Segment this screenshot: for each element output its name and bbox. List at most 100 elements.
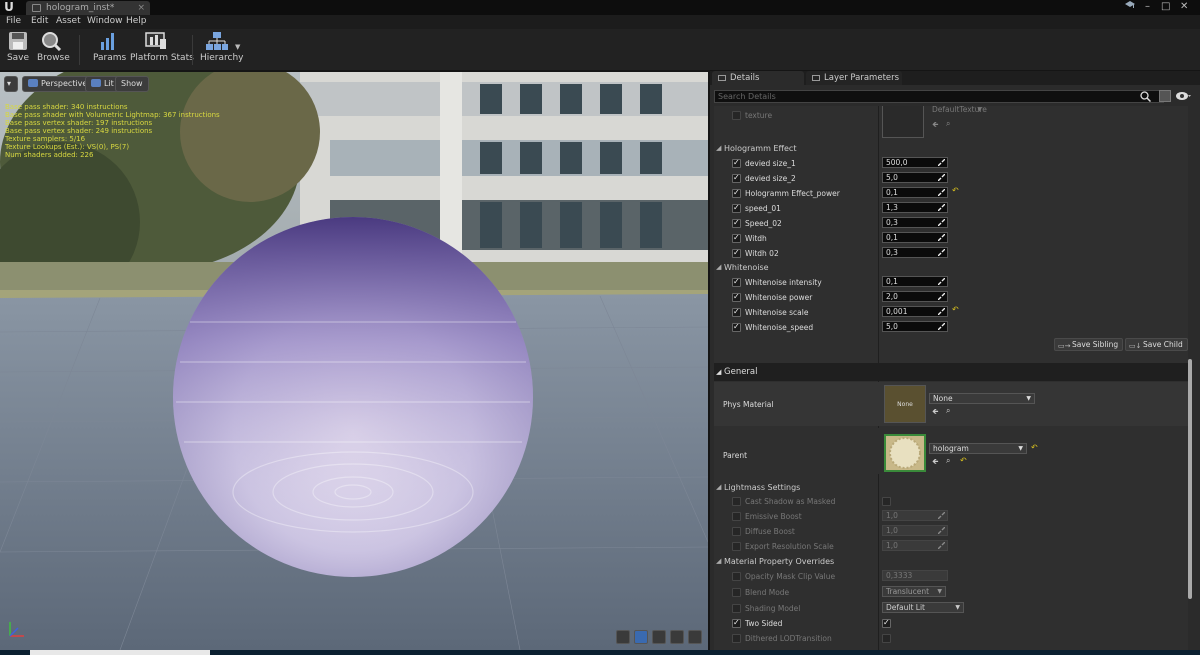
param-checkbox[interactable] [732, 218, 741, 228]
teapot-preview-icon[interactable] [688, 630, 702, 644]
param-value-field[interactable]: 2,0 [882, 291, 948, 302]
param-checkbox[interactable] [732, 542, 741, 551]
shading-model-dropdown[interactable]: Default Lit ▼ [882, 602, 964, 613]
texture-checkbox[interactable] [732, 111, 741, 120]
category-whitenoise[interactable]: ◢ Whitenoise [714, 260, 1188, 275]
param-value-field[interactable]: 0,1 [882, 276, 948, 287]
param-checkbox[interactable] [732, 173, 741, 183]
browse-button[interactable]: Browse [37, 31, 70, 69]
param-checkbox[interactable] [732, 233, 741, 243]
platform-stats-button[interactable]: Platform Stats [130, 31, 194, 69]
param-checkbox[interactable] [732, 203, 741, 213]
cube-preview-icon[interactable] [670, 630, 684, 644]
phys-material-thumbnail[interactable]: None [884, 385, 926, 423]
tab-layer-parameters[interactable]: Layer Parameters [806, 71, 902, 85]
cast-shadow-checkbox[interactable] [882, 497, 891, 506]
param-checkbox[interactable] [732, 158, 741, 168]
use-selected-arrow-icon[interactable]: 🡸 [932, 406, 939, 420]
category-general[interactable]: ◢ General [714, 363, 1188, 381]
param-value-field[interactable]: 0,001 [882, 306, 948, 317]
param-checkbox[interactable] [732, 512, 741, 521]
search-details-input[interactable]: Search Details [714, 90, 1164, 103]
dithered-lod-checkbox[interactable] [882, 634, 891, 643]
param-value-field[interactable]: 1,0 [882, 540, 948, 551]
view-options-grid-icon[interactable] [1159, 90, 1171, 102]
param-value-field[interactable]: 5,0 [882, 321, 948, 332]
save-sibling-button[interactable]: ▭→ Save Sibling [1054, 338, 1124, 351]
category-material-property-overrides[interactable]: ◢ Material Property Overrides [714, 554, 1188, 569]
default-texture-dropdown[interactable]: DefaultTexture ▼ [929, 106, 987, 116]
parent-material-thumbnail[interactable] [884, 434, 926, 472]
reset-to-default-icon[interactable]: ↶ [952, 186, 959, 195]
graduation-cap-icon[interactable] [1124, 0, 1136, 15]
param-checkbox[interactable] [732, 248, 741, 258]
tab-details[interactable]: Details [712, 71, 804, 85]
save-button[interactable]: Save [6, 31, 30, 69]
preview-viewport[interactable]: ▾ Perspective Lit Show Base pass shader:… [0, 72, 708, 650]
show-button[interactable]: Show [115, 76, 149, 92]
param-checkbox[interactable] [732, 618, 741, 628]
details-scrollbar[interactable] [1188, 359, 1192, 599]
params-button[interactable]: Params [93, 31, 126, 69]
use-selected-arrow-icon[interactable]: 🡸 [932, 456, 939, 470]
toolbar-separator [79, 35, 80, 65]
param-value-field[interactable]: 1,0 [882, 525, 948, 536]
taskbar-search-box[interactable] [30, 650, 210, 655]
cylinder-preview-icon[interactable] [616, 630, 630, 644]
menu-edit[interactable]: Edit [31, 16, 48, 26]
param-checkbox[interactable] [732, 322, 741, 332]
plane-preview-icon[interactable] [652, 630, 666, 644]
param-value-field[interactable]: 1,3 [882, 202, 948, 213]
close-tab-icon[interactable]: × [137, 1, 145, 15]
phys-material-dropdown[interactable]: None ▼ [929, 393, 1035, 404]
hierarchy-button[interactable]: Hierarchy [200, 31, 244, 69]
menu-help[interactable]: Help [126, 16, 147, 26]
minimize-button[interactable]: – [1145, 0, 1150, 14]
param-value-field[interactable]: 1,0 [882, 510, 948, 521]
param-checkbox[interactable] [732, 188, 741, 198]
param-checkbox[interactable] [732, 588, 741, 597]
menu-window[interactable]: Window [87, 16, 123, 26]
param-checkbox[interactable] [732, 572, 741, 581]
param-value-field[interactable]: 0,3 [882, 217, 948, 228]
opacity-mask-field[interactable]: 0,3333 [882, 570, 948, 581]
reset-to-default-icon[interactable]: ↶ [960, 456, 967, 465]
viewport-options-button[interactable]: ▾ [4, 76, 18, 92]
param-checkbox[interactable] [732, 292, 741, 302]
param-checkbox[interactable] [732, 277, 741, 287]
reset-to-default-icon[interactable]: ↶ [1031, 443, 1038, 452]
param-checkbox[interactable] [732, 307, 741, 317]
param-value-field[interactable]: 0,1 [882, 232, 948, 243]
menu-asset[interactable]: Asset [56, 16, 81, 26]
browse-asset-icon[interactable]: ⌕ [946, 406, 950, 416]
param-checkbox[interactable] [732, 527, 741, 536]
browse-asset-icon[interactable]: ⌕ [946, 119, 950, 129]
category-hologramm-effect[interactable]: ◢ Hologramm Effect [714, 141, 1188, 156]
document-tab[interactable]: hologram_inst* × [26, 1, 150, 15]
param-checkbox[interactable] [732, 634, 741, 643]
close-window-button[interactable]: ✕ [1180, 0, 1188, 14]
texture-thumbnail[interactable] [882, 106, 924, 138]
blend-mode-dropdown[interactable]: Translucent ▼ [882, 586, 946, 597]
perspective-button[interactable]: Perspective [22, 76, 94, 92]
save-child-button[interactable]: ▭↓ Save Child [1125, 338, 1188, 351]
param-value-field[interactable]: 5,0 [882, 172, 948, 183]
eye-icon[interactable] [1176, 91, 1192, 101]
sphere-preview-icon[interactable] [634, 630, 648, 644]
maximize-button[interactable]: □ [1161, 0, 1170, 14]
search-icon[interactable] [1140, 91, 1151, 102]
reset-to-default-icon[interactable]: ↶ [952, 305, 959, 314]
unreal-logo-icon[interactable]: U [2, 0, 16, 14]
param-value-field[interactable]: 0,3 [882, 247, 948, 258]
param-value-field[interactable]: 0,1 [882, 187, 948, 198]
category-lightmass-settings[interactable]: ◢ Lightmass Settings [714, 480, 1188, 495]
use-selected-arrow-icon[interactable]: 🡸 [932, 119, 939, 133]
hierarchy-dropdown-arrow-icon[interactable]: ▼ [235, 43, 240, 51]
param-checkbox[interactable] [732, 604, 741, 613]
browse-asset-icon[interactable]: ⌕ [946, 456, 950, 466]
param-value-field[interactable]: 500,0 [882, 157, 948, 168]
menu-file[interactable]: File [6, 16, 21, 26]
parent-dropdown[interactable]: hologram ▼ [929, 443, 1027, 454]
two-sided-checkbox[interactable] [882, 618, 891, 628]
param-checkbox[interactable] [732, 497, 741, 506]
